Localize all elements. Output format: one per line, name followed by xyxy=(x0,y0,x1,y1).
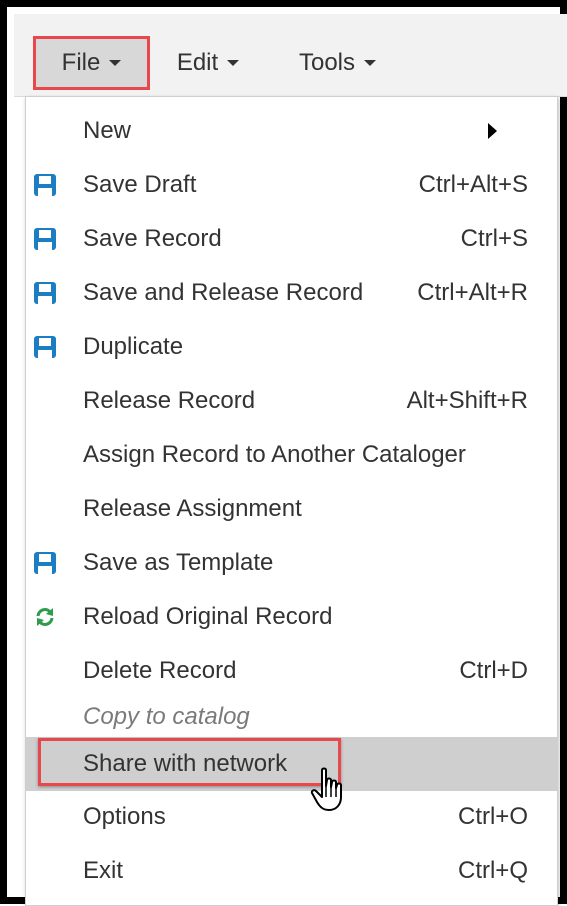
menu-item-release-assignment[interactable]: Release Assignment xyxy=(26,482,557,536)
menu-file[interactable]: File xyxy=(33,36,150,90)
shortcut-text: Ctrl+Alt+R xyxy=(417,279,528,306)
chevron-down-icon xyxy=(109,60,122,66)
menu-item-save-record[interactable]: Save Record Ctrl+S xyxy=(26,212,557,266)
menu-file-label: File xyxy=(61,49,101,76)
menu-item-label: Save as Template xyxy=(83,549,274,576)
menu-item-copy-to-catalog: Copy to catalog xyxy=(26,694,557,740)
menu-item-assign-record[interactable]: Assign Record to Another Cataloger xyxy=(26,428,557,482)
shortcut-text: Ctrl+Alt+S xyxy=(418,171,528,198)
menu-item-label: Copy to catalog xyxy=(83,703,250,730)
submenu-arrow-icon xyxy=(488,123,497,139)
menu-item-label: Duplicate xyxy=(83,333,184,360)
menu-edit-label: Edit xyxy=(176,49,219,76)
menu-item-label: New xyxy=(83,117,132,144)
hand-pointer-cursor-icon xyxy=(310,767,342,811)
menu-item-reload-original-record[interactable]: Reload Original Record xyxy=(26,590,557,644)
menu-item-label: Delete Record xyxy=(83,657,237,684)
menu-item-label: Release Record xyxy=(83,387,256,414)
chevron-down-icon xyxy=(227,60,240,66)
menu-item-label: Assign Record to Another Cataloger xyxy=(83,441,466,468)
menu-item-label: Reload Original Record xyxy=(83,603,333,630)
refresh-arrows-icon xyxy=(36,608,54,626)
menu-item-label: Save Record xyxy=(83,225,222,252)
chevron-down-icon xyxy=(364,60,377,66)
menu-edit[interactable]: Edit xyxy=(155,39,261,87)
menu-item-label: Save and Release Record xyxy=(83,279,364,306)
menu-item-exit[interactable]: Exit Ctrl+Q xyxy=(26,844,557,898)
shortcut-text: Ctrl+S xyxy=(460,225,528,252)
floppy-disk-icon xyxy=(34,282,56,304)
shortcut-text: Ctrl+Q xyxy=(457,857,528,884)
floppy-disk-icon xyxy=(34,336,56,358)
menu-item-delete-record[interactable]: Delete Record Ctrl+D xyxy=(26,644,557,698)
menu-item-release-record[interactable]: Release Record Alt+Shift+R xyxy=(26,374,557,428)
menu-item-options[interactable]: Options Ctrl+O xyxy=(26,790,557,844)
menu-bar: File Edit Tools xyxy=(14,14,567,97)
menu-item-label: Save Draft xyxy=(83,171,197,198)
menu-item-new[interactable]: New xyxy=(26,104,557,158)
menu-item-label: Release Assignment xyxy=(83,495,302,522)
shortcut-text: Ctrl+O xyxy=(457,803,528,830)
menu-tools[interactable]: Tools xyxy=(280,39,395,87)
annotation-highlight-box xyxy=(38,738,341,786)
floppy-disk-icon xyxy=(34,174,56,196)
menu-tools-label: Tools xyxy=(298,49,356,76)
menu-item-duplicate[interactable]: Duplicate xyxy=(26,320,557,374)
menu-item-label: Exit xyxy=(83,857,124,884)
menu-item-label: Options xyxy=(83,803,166,830)
screenshot-frame: File Edit Tools New Save Draft Ctrl+Alt+… xyxy=(0,0,567,906)
floppy-disk-icon xyxy=(34,552,56,574)
menu-item-save-as-template[interactable]: Save as Template xyxy=(26,536,557,590)
shortcut-text: Alt+Shift+R xyxy=(406,387,528,414)
floppy-disk-icon xyxy=(34,228,56,250)
menu-item-save-and-release-record[interactable]: Save and Release Record Ctrl+Alt+R xyxy=(26,266,557,320)
menu-item-save-draft[interactable]: Save Draft Ctrl+Alt+S xyxy=(26,158,557,212)
shortcut-text: Ctrl+D xyxy=(459,657,528,684)
